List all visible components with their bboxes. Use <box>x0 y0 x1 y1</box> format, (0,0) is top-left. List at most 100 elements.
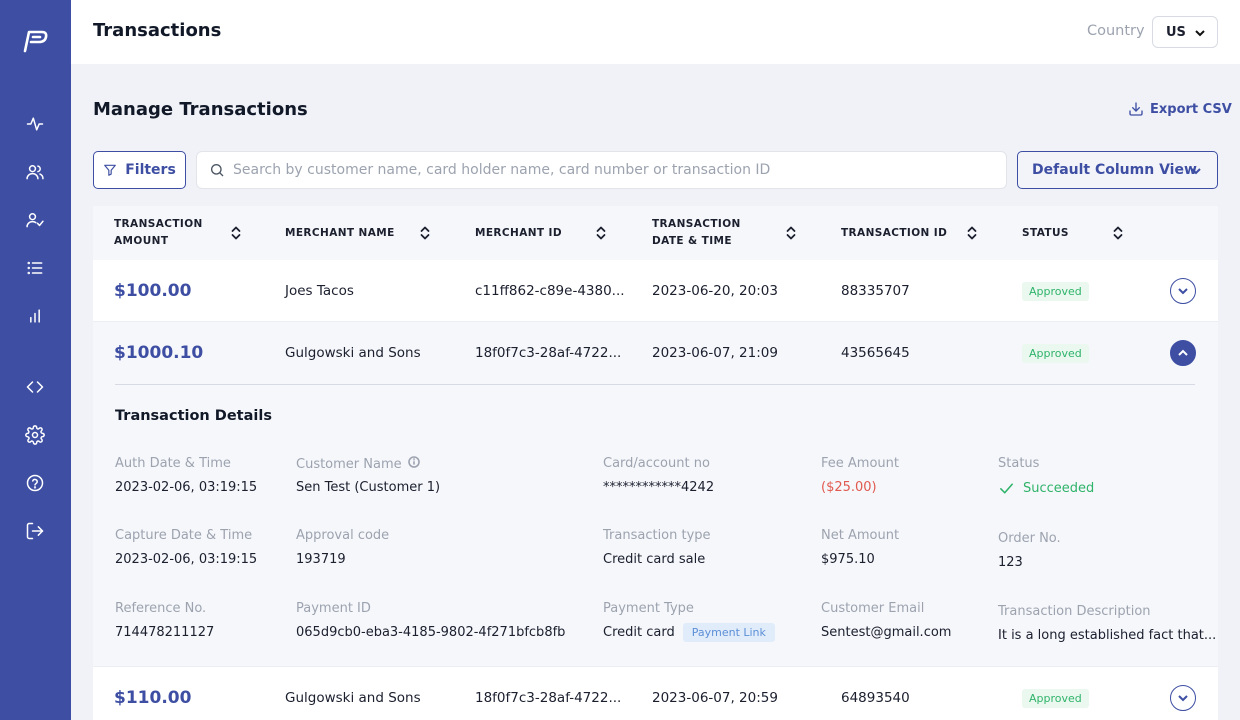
column-header-transaction-date-time: TRANSACTION DATE & TIME <box>652 218 741 247</box>
logout-icon[interactable] <box>23 519 47 543</box>
capture-date-value: 2023-02-06, 03:19:15 <box>115 552 258 567</box>
merchant-name: Gulgowski and Sons <box>285 690 421 706</box>
table-header: TRANSACTION AMOUNT MERCHANT NAME MERCHANT… <box>93 206 1218 260</box>
transaction-type-value: Credit card sale <box>603 552 706 567</box>
download-icon <box>1129 102 1143 116</box>
transaction-id: 88335707 <box>841 283 910 299</box>
collapse-row-button[interactable] <box>1170 340 1196 366</box>
net-amount-label: Net Amount <box>821 528 900 543</box>
table-row[interactable]: $1000.10 Gulgowski and Sons 18f0f7c3-28a… <box>93 322 1218 384</box>
search-input[interactable] <box>233 162 993 178</box>
user-check-icon[interactable] <box>23 208 47 232</box>
merchant-id: c11ff862-c89e-4380... <box>475 283 625 299</box>
sort-icon[interactable] <box>231 225 241 241</box>
search-icon <box>211 164 224 177</box>
page-title: Transactions <box>93 20 222 41</box>
sidebar <box>0 0 71 720</box>
status-badge: Approved <box>1022 281 1089 301</box>
export-csv-label: Export CSV <box>1150 101 1232 117</box>
status-label: Status <box>998 456 1040 471</box>
merchant-name: Gulgowski and Sons <box>285 345 421 361</box>
net-amount-value: $975.10 <box>821 552 875 567</box>
customer-email-label: Customer Email <box>821 601 925 616</box>
fee-amount-value: ($25.00) <box>821 480 877 495</box>
column-header-transaction-amount: TRANSACTION AMOUNT <box>114 218 203 247</box>
capture-date-label: Capture Date & Time <box>115 528 253 543</box>
reference-no-label: Reference No. <box>115 601 207 616</box>
sort-icon[interactable] <box>420 225 430 241</box>
payment-id-value: 065d9cb0-eba3-4185-9802-4f271bfcb8fb <box>296 625 566 640</box>
card-number-label: Card/account no <box>603 456 710 471</box>
chevron-down-icon <box>1178 288 1188 295</box>
sort-icon[interactable] <box>1113 225 1123 241</box>
export-csv-button[interactable]: Export CSV <box>1128 101 1232 117</box>
details-divider <box>115 384 1195 385</box>
search-bar <box>196 151 1007 189</box>
transaction-date-time: 2023-06-20, 20:03 <box>652 283 778 299</box>
approval-code-label: Approval code <box>296 528 390 543</box>
table-row[interactable]: $100.00 Joes Tacos c11ff862-c89e-4380...… <box>93 260 1218 322</box>
users-icon[interactable] <box>23 160 47 184</box>
list-icon[interactable] <box>23 256 47 280</box>
customer-name-value: Sen Test (Customer 1) <box>296 480 441 495</box>
transaction-amount: $110.00 <box>114 688 192 708</box>
column-view-label: Default Column View <box>1032 162 1197 178</box>
sort-icon[interactable] <box>967 225 977 241</box>
reference-no-value: 714478211127 <box>115 625 215 640</box>
customer-email-value: Sentest@gmail.com <box>821 625 952 640</box>
order-no-label: Order No. <box>998 531 1061 546</box>
transaction-type-label: Transaction type <box>603 528 711 543</box>
activity-icon[interactable] <box>23 112 47 136</box>
app-logo[interactable] <box>20 26 50 56</box>
card-number-value: ************4242 <box>603 480 715 495</box>
status-value: Succeeded <box>998 480 1094 497</box>
transaction-description-label: Transaction Description <box>998 604 1151 619</box>
transaction-date-time: 2023-06-07, 20:59 <box>652 690 778 706</box>
info-icon[interactable] <box>407 456 420 472</box>
transaction-id: 64893540 <box>841 690 910 706</box>
approval-code-value: 193719 <box>296 552 346 567</box>
country-value: US <box>1166 24 1186 40</box>
payment-id-label: Payment ID <box>296 601 371 616</box>
status-cell: Approved <box>1022 260 1089 322</box>
chevron-down-icon <box>1195 30 1205 37</box>
filters-button[interactable]: Filters <box>93 151 186 189</box>
table-row[interactable]: $110.00 Gulgowski and Sons 18f0f7c3-28af… <box>93 667 1218 720</box>
status-cell: Approved <box>1022 322 1089 384</box>
merchant-id: 18f0f7c3-28af-4722... <box>475 690 622 706</box>
status-cell: Approved <box>1022 667 1089 720</box>
section-title: Manage Transactions <box>93 99 308 120</box>
fee-amount-label: Fee Amount <box>821 456 899 471</box>
code-icon[interactable] <box>23 375 47 399</box>
transaction-date-time: 2023-06-07, 21:09 <box>652 345 778 361</box>
transaction-description-value: It is a long established fact that... <box>998 628 1217 643</box>
merchant-id: 18f0f7c3-28af-4722... <box>475 345 622 361</box>
transactions-table: TRANSACTION AMOUNT MERCHANT NAME MERCHANT… <box>93 206 1218 720</box>
status-badge: Approved <box>1022 343 1089 363</box>
sort-icon[interactable] <box>596 225 606 241</box>
bar-chart-icon[interactable] <box>23 304 47 328</box>
column-view-select[interactable]: Default Column View <box>1017 151 1218 189</box>
filters-label: Filters <box>125 162 176 178</box>
column-header-status: STATUS <box>1022 226 1069 239</box>
country-select[interactable]: US <box>1152 16 1218 48</box>
transaction-id: 43565645 <box>841 345 910 361</box>
top-header: Transactions Country US <box>71 0 1240 64</box>
column-header-transaction-id: TRANSACTION ID <box>841 226 948 239</box>
transaction-amount: $1000.10 <box>114 343 204 363</box>
expand-row-button[interactable] <box>1170 278 1196 304</box>
customer-name-label: Customer Name <box>296 456 420 472</box>
payment-link-badge: Payment Link <box>682 623 775 642</box>
settings-icon[interactable] <box>23 423 47 447</box>
chevron-down-icon <box>1191 168 1201 175</box>
column-header-merchant-id: MERCHANT ID <box>475 226 562 239</box>
country-label: Country <box>1087 23 1145 39</box>
payment-type-label: Payment Type <box>603 601 694 616</box>
payment-type-value: Credit card Payment Link <box>603 623 775 642</box>
help-icon[interactable] <box>23 471 47 495</box>
sort-icon[interactable] <box>786 225 796 241</box>
auth-date-label: Auth Date & Time <box>115 456 231 471</box>
filter-icon <box>104 164 117 176</box>
expand-row-button[interactable] <box>1170 685 1196 711</box>
auth-date-value: 2023-02-06, 03:19:15 <box>115 480 258 495</box>
